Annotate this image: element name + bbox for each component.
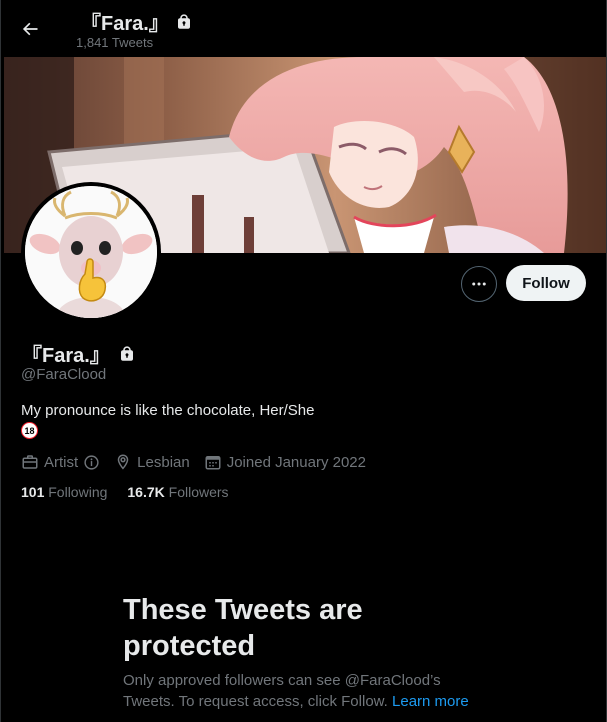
learn-more-link[interactable]: Learn more [392,693,469,710]
following-count: 101 [21,484,45,500]
tweet-count: 1,841 Tweets [76,35,154,50]
following-link[interactable]: 101 Following [21,484,107,500]
calendar-icon [205,456,221,470]
follow-button[interactable]: Follow [506,265,586,301]
more-options-button[interactable] [461,266,497,302]
profession-text: Artist [44,453,79,471]
followers-label: Followers [168,484,229,500]
avatar[interactable] [21,182,161,322]
lock-icon [120,345,133,361]
follow-stats: 101 Following 16.7K Followers [21,484,229,500]
briefcase-icon [22,455,38,469]
ellipsis-icon [472,282,486,286]
profile-name: 『Fara.』 [22,345,110,367]
top-bar: 『Fara.』 1,841 Tweets [1,0,606,56]
protected-title: These Tweets are protected [123,594,363,662]
info-icon[interactable] [83,454,100,471]
profession-item: Artist [21,453,100,471]
protected-message: Only approved followers can see @FaraClo… [123,670,493,712]
location-text: Lesbian [137,453,190,471]
back-button[interactable] [13,12,47,46]
age-18-badge: 18 [21,422,38,439]
header-title-wrap: 『Fara.』 [81,7,193,36]
profile-meta: Artist Lesbian Joined January 2022 [21,452,380,472]
avatar-artwork [25,186,157,318]
header-title: 『Fara.』 [81,13,169,35]
following-label: Following [48,484,108,500]
avatar-image [25,186,157,318]
profile-page: 『Fara.』 1,841 Tweets Follow 『Fara.』 @Far… [0,0,607,722]
joined-text: Joined January 2022 [226,453,366,471]
age-badge-text: 18 [24,425,35,436]
profile-bio: My pronounce is like the chocolate, Her/… [21,402,315,419]
profile-name-wrap: 『Fara.』 [22,339,136,368]
arrow-left-icon [22,22,38,36]
followers-count: 16.7K [127,484,165,500]
lock-icon [177,13,190,29]
location-item: Lesbian [114,453,190,471]
followers-link[interactable]: 16.7K Followers [127,484,228,500]
joined-item: Joined January 2022 [204,453,366,471]
profile-handle: @FaraClood [21,366,107,383]
location-pin-icon [117,454,129,470]
